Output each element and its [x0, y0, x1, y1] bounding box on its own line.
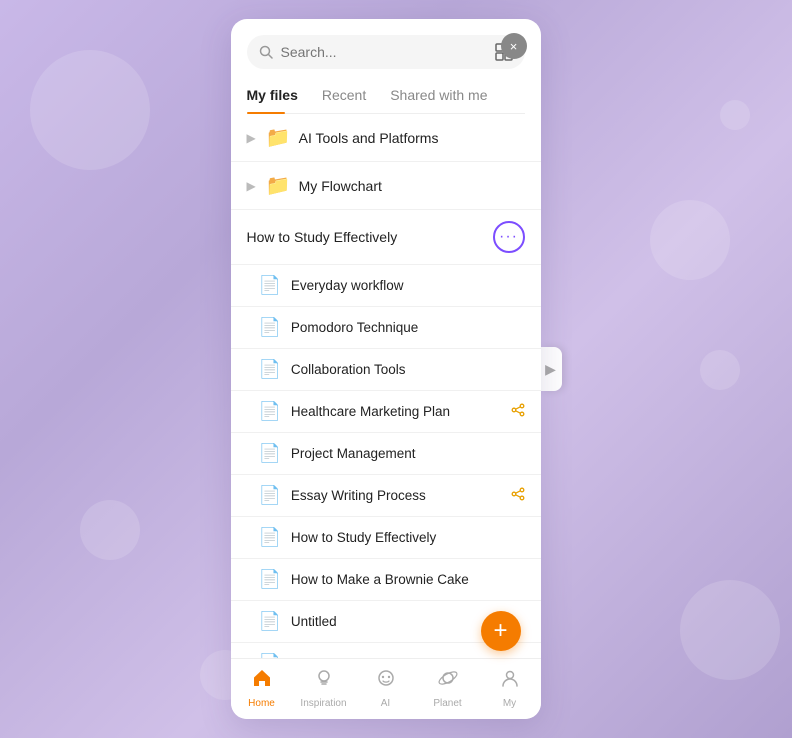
file-doc-icon: 📄	[259, 527, 281, 548]
section-how-to-study[interactable]: How to Study Effectively ···	[231, 210, 541, 265]
nav-planet-label: Planet	[433, 698, 461, 709]
file-project-mgmt[interactable]: 📄 Project Management	[231, 433, 541, 475]
file-healthcare-marketing[interactable]: 📄 Healthcare Marketing Plan	[231, 391, 541, 433]
more-dots-icon: ···	[499, 228, 518, 246]
nav-ai[interactable]: AI	[355, 667, 417, 709]
folder-my-flowchart-label: My Flowchart	[299, 178, 382, 194]
file-doc-icon: 📄	[259, 485, 281, 506]
file-name: Everyday workflow	[291, 278, 525, 293]
chevron-icon: ▶	[247, 179, 256, 193]
tab-recent[interactable]: Recent	[322, 81, 378, 113]
more-options-button[interactable]: ···	[493, 221, 525, 253]
nav-my[interactable]: My	[479, 667, 541, 709]
ai-icon	[375, 667, 397, 695]
add-button[interactable]: +	[481, 611, 521, 651]
file-doc-icon: 📄	[259, 275, 281, 296]
tabs-bar: My files Recent Shared with me	[247, 81, 525, 114]
file-name: Pomodoro Technique	[291, 320, 525, 335]
nav-planet[interactable]: Planet	[417, 667, 479, 709]
search-icon	[259, 45, 273, 59]
tab-shared-with-me[interactable]: Shared with me	[390, 81, 499, 113]
nav-home-label: Home	[248, 698, 275, 709]
chevron-icon: ▶	[247, 131, 256, 145]
planet-icon	[437, 667, 459, 695]
search-bar	[247, 35, 525, 69]
file-name: Healthcare Marketing Plan	[291, 404, 497, 419]
nav-ai-label: AI	[381, 698, 390, 709]
file-name: Collaboration Tools	[291, 362, 525, 377]
my-icon	[499, 667, 521, 695]
bottom-nav: Home Inspiration	[231, 658, 541, 719]
file-how-to-study[interactable]: 📄 How to Study Effectively	[231, 517, 541, 559]
folder-my-flowchart-icon: 📁	[266, 173, 291, 198]
folder-ai-tools-icon: 📁	[266, 125, 291, 150]
file-doc-icon: 📄	[259, 443, 281, 464]
share-icon	[511, 403, 525, 420]
nav-inspiration[interactable]: Inspiration	[293, 667, 355, 709]
file-doc-icon: 📄	[259, 611, 281, 632]
folder-my-flowchart[interactable]: ▶ 📁 My Flowchart	[231, 162, 541, 210]
close-icon: ×	[510, 40, 518, 53]
file-collab-tools[interactable]: 📄 Collaboration Tools	[231, 349, 541, 391]
file-doc-icon: 📄	[259, 653, 281, 658]
file-name: Untitled	[291, 656, 525, 658]
file-doc-icon: 📄	[259, 569, 281, 590]
file-essay-writing[interactable]: 📄 Essay Writing Process	[231, 475, 541, 517]
inspiration-icon	[313, 667, 335, 695]
file-name: How to Study Effectively	[291, 530, 525, 545]
share-icon	[511, 487, 525, 504]
section-title: How to Study Effectively	[247, 229, 398, 245]
file-doc-icon: 📄	[259, 359, 281, 380]
add-icon: +	[493, 617, 507, 645]
nav-inspiration-label: Inspiration	[300, 698, 346, 709]
tab-my-files[interactable]: My files	[247, 81, 310, 113]
nav-home[interactable]: Home	[231, 667, 293, 709]
expand-panel-arrow[interactable]: ▶	[540, 347, 562, 391]
file-name: Project Management	[291, 446, 525, 461]
home-icon	[251, 667, 273, 695]
nav-my-label: My	[503, 698, 516, 709]
chevron-right-icon: ▶	[545, 361, 556, 378]
folder-ai-tools[interactable]: ▶ 📁 AI Tools and Platforms	[231, 114, 541, 162]
file-list: ▶ 📁 AI Tools and Platforms ▶ 📁 My Flowch…	[231, 114, 541, 658]
file-everyday-workflow[interactable]: 📄 Everyday workflow	[231, 265, 541, 307]
file-doc-icon: 📄	[259, 401, 281, 422]
close-button[interactable]: ×	[501, 33, 527, 59]
file-name: How to Make a Brownie Cake	[291, 572, 525, 587]
file-brownie-cake[interactable]: 📄 How to Make a Brownie Cake	[231, 559, 541, 601]
file-doc-icon: 📄	[259, 317, 281, 338]
file-pomodoro[interactable]: 📄 Pomodoro Technique	[231, 307, 541, 349]
folder-ai-tools-label: AI Tools and Platforms	[299, 130, 439, 146]
file-name: Essay Writing Process	[291, 488, 497, 503]
panel-wrapper: × My files Recent	[231, 19, 562, 719]
search-input[interactable]	[281, 44, 487, 60]
main-panel: × My files Recent	[231, 19, 541, 719]
